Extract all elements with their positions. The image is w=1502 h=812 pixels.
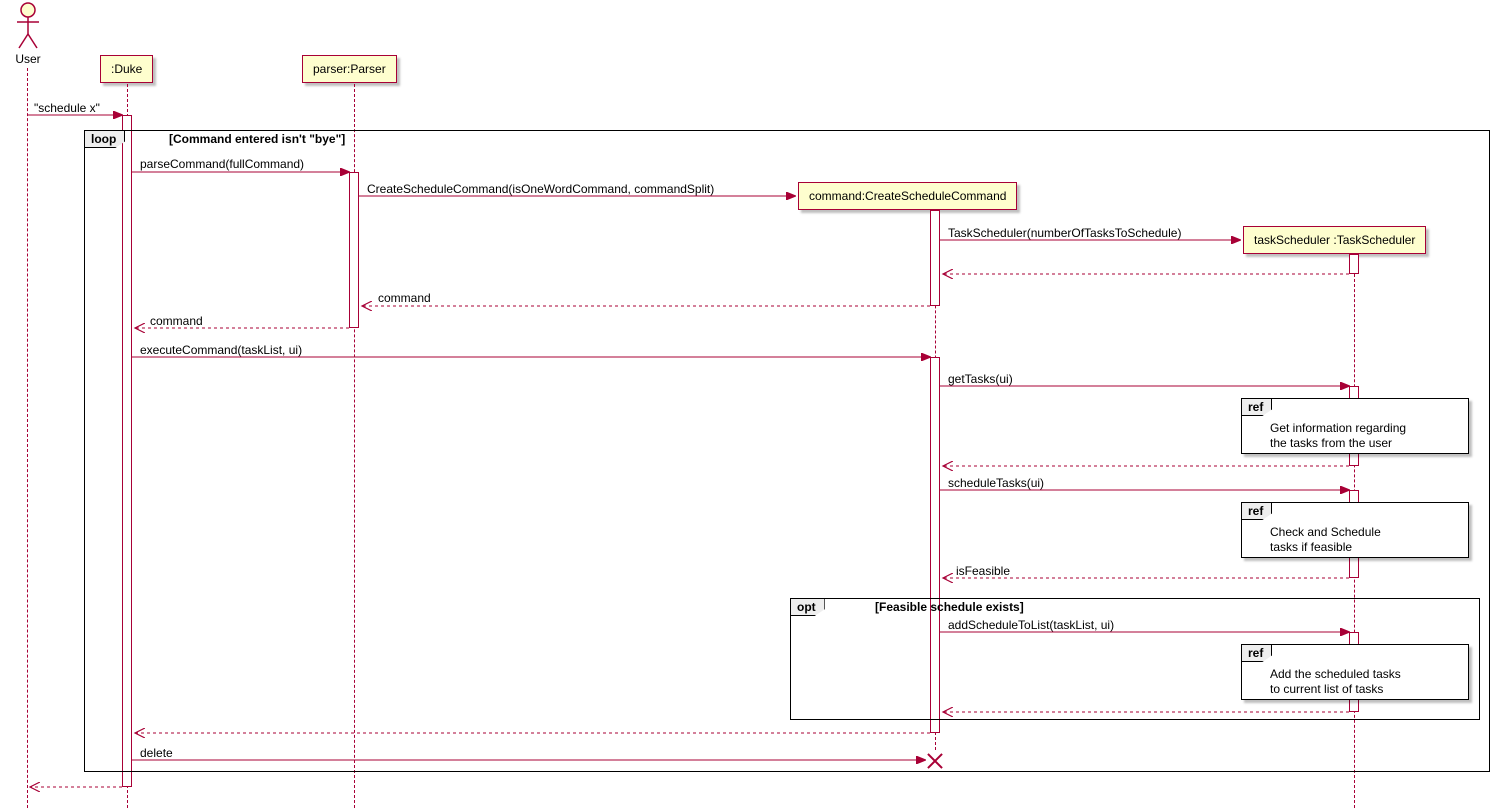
- msg-is-feasible: isFeasible: [956, 564, 1010, 578]
- msg-delete: delete: [140, 746, 173, 760]
- msg-return-command-1: command: [378, 291, 431, 305]
- msg-return-command-2: command: [150, 314, 203, 328]
- msg-execute-command: executeCommand(taskList, ui): [140, 343, 302, 357]
- msg-create-schedule-command: CreateScheduleCommand(isOneWordCommand, …: [367, 182, 714, 196]
- destroy-icon: [925, 750, 945, 770]
- arrows-layer: CSC return --> Parser return --> Duke re…: [0, 0, 1502, 812]
- sequence-diagram: User :Duke parser:Parser command:CreateS…: [0, 0, 1502, 812]
- msg-add-schedule-to-list: addScheduleToList(taskList, ui): [948, 618, 1114, 632]
- msg-schedule-x: "schedule x": [34, 101, 100, 115]
- msg-get-tasks: getTasks(ui): [948, 372, 1013, 386]
- msg-schedule-tasks: scheduleTasks(ui): [948, 476, 1044, 490]
- msg-task-scheduler: TaskScheduler(numberOfTasksToSchedule): [948, 226, 1181, 240]
- msg-parse-command: parseCommand(fullCommand): [140, 157, 304, 171]
